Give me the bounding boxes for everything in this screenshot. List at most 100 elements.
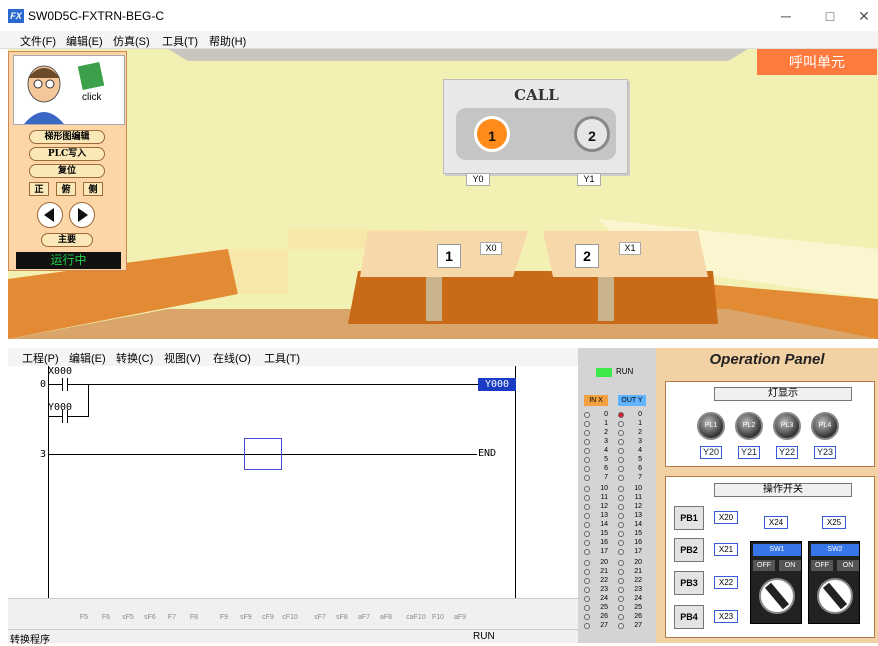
app-icon: FX	[8, 9, 24, 23]
tutor-avatar[interactable]: click	[13, 55, 125, 125]
coil-y000[interactable]: Y000	[478, 378, 516, 391]
in-led	[584, 560, 590, 566]
call-button-1[interactable]: 1	[474, 116, 510, 152]
menu-edit[interactable]: 编辑(E)	[66, 33, 103, 49]
out-led	[618, 549, 624, 555]
out-led	[618, 540, 624, 546]
in-led	[584, 540, 590, 546]
menu-view[interactable]: 视图(V)	[164, 350, 201, 366]
fkey-button[interactable]: sF7	[310, 603, 330, 625]
ladder-edit-button[interactable]: 梯形图编辑	[29, 130, 105, 144]
ladder-editor[interactable]: 0 3 X000 Y000 Y000 END	[8, 366, 578, 598]
out-led-label: 22	[634, 577, 642, 584]
menu-tools[interactable]: 工具(T)	[162, 33, 198, 49]
top-view-button[interactable]: 俯	[56, 182, 76, 196]
out-led-label: 20	[634, 559, 642, 566]
pb3-button[interactable]: PB3	[674, 571, 704, 595]
plc-write-button[interactable]: PLC写入	[29, 147, 105, 161]
next-button[interactable]	[69, 202, 95, 228]
operation-panel: Operation Panel 灯显示 PL1 PL2 PL3 PL4 Y20 …	[656, 348, 878, 643]
out-led-label: 15	[634, 530, 642, 537]
close-button[interactable]: ✕	[842, 4, 878, 28]
prev-button[interactable]	[37, 202, 63, 228]
fkey-button[interactable]: sF5	[118, 603, 138, 625]
sw1-switch[interactable]: SW1 OFF ON	[750, 541, 802, 624]
out-led	[618, 495, 624, 501]
reset-button[interactable]: 复位	[29, 164, 105, 178]
fkey-button[interactable]: F6	[96, 603, 116, 625]
fkey-button[interactable]: cF9	[258, 603, 278, 625]
in-led-label: 25	[600, 604, 608, 611]
menu-online[interactable]: 在线(O)	[213, 350, 251, 366]
cursor-box[interactable]	[244, 438, 282, 470]
table-2-button[interactable]: 2	[575, 244, 599, 268]
table-1-button[interactable]: 1	[437, 244, 461, 268]
menu-convert[interactable]: 转换(C)	[116, 350, 153, 366]
call-button-tray: 1 2	[456, 108, 616, 160]
out-led	[618, 605, 624, 611]
toolbar-button[interactable]	[16, 603, 36, 625]
contact-label: X000	[48, 366, 73, 377]
menu-project[interactable]: 工程(P)	[22, 350, 59, 366]
pb2-button[interactable]: PB2	[674, 538, 704, 562]
menu-simulate[interactable]: 仿真(S)	[113, 33, 150, 49]
out-led-label: 11	[634, 494, 642, 501]
sw2-on[interactable]: ON	[837, 560, 859, 571]
pb1-button[interactable]: PB1	[674, 506, 704, 530]
call-button-2[interactable]: 2	[574, 116, 610, 152]
menu-ladder-tools[interactable]: 工具(T)	[264, 350, 300, 366]
menu-ladder-edit[interactable]: 编辑(E)	[69, 350, 106, 366]
toolbar-button[interactable]	[42, 603, 62, 625]
out-led	[618, 587, 624, 593]
fkey-button[interactable]: aF9	[450, 603, 470, 625]
click-label: click	[82, 92, 102, 103]
fkey-button[interactable]: cF10	[280, 603, 300, 625]
pb4-button[interactable]: PB4	[674, 605, 704, 629]
fkey-button[interactable]: sF8	[332, 603, 352, 625]
in-led	[584, 430, 590, 436]
fkey-button[interactable]: aF7	[354, 603, 374, 625]
y23-label: Y23	[814, 446, 836, 459]
out-led	[618, 513, 624, 519]
sw1-on[interactable]: ON	[779, 560, 801, 571]
fkey-button[interactable]: sF6	[140, 603, 160, 625]
out-led-label: 21	[634, 568, 642, 575]
fkey-button[interactable]: F7	[162, 603, 182, 625]
sw2-switch[interactable]: SW2 OFF ON	[808, 541, 860, 624]
front-view-button[interactable]: 正	[29, 182, 49, 196]
in-led-label: 12	[600, 503, 608, 510]
in-led	[584, 569, 590, 575]
sw1-knob-icon[interactable]	[759, 578, 795, 614]
fkey-button[interactable]: sF9	[236, 603, 256, 625]
x25-label: X25	[822, 516, 846, 529]
run-label: RUN	[616, 367, 634, 376]
minimize-button[interactable]: ─	[764, 4, 808, 28]
side-view-button[interactable]: 侧	[83, 182, 103, 196]
in-led-label: 24	[600, 595, 608, 602]
sw1-off[interactable]: OFF	[753, 560, 775, 571]
lamp-pl4: PL4	[811, 412, 839, 440]
fkey-button[interactable]: F10	[428, 603, 448, 625]
sw2-knob-icon[interactable]	[817, 578, 853, 614]
main-menu-button[interactable]: 主要	[41, 233, 93, 247]
fkey-button[interactable]: aF8	[376, 603, 396, 625]
in-led-label: 11	[600, 494, 608, 501]
x0-tag: X0	[480, 242, 502, 255]
sw2-off[interactable]: OFF	[811, 560, 833, 571]
fkey-button[interactable]: F8	[184, 603, 204, 625]
contact-y000[interactable]	[62, 410, 63, 423]
in-led	[584, 421, 590, 427]
fkey-button[interactable]: F9	[214, 603, 234, 625]
out-led	[618, 623, 624, 629]
menu-file[interactable]: 文件(F)	[20, 33, 56, 49]
menu-help[interactable]: 帮助(H)	[209, 33, 246, 49]
out-led-label: 10	[634, 485, 642, 492]
fkey-button[interactable]: F5	[74, 603, 94, 625]
out-led-label: 1	[638, 420, 642, 427]
fkey-button[interactable]: caF10	[406, 603, 426, 625]
in-led-label: 17	[600, 548, 608, 555]
out-led-label: 2	[638, 429, 642, 436]
out-led-label: 3	[638, 438, 642, 445]
contact-x000[interactable]	[62, 378, 63, 391]
in-led-label: 14	[600, 521, 608, 528]
